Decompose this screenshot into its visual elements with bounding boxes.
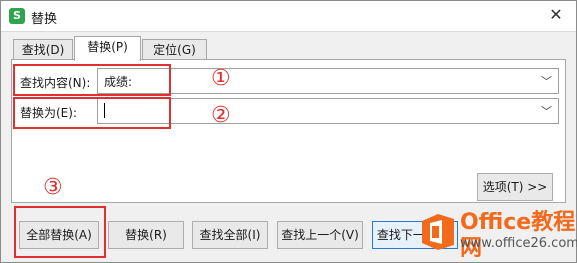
- chevron-down-icon[interactable]: ﹀: [541, 103, 552, 119]
- find-previous-button[interactable]: 查找上一个(V): [277, 221, 363, 249]
- dialog-title: 替换: [31, 12, 58, 27]
- annotation-number-1: ①: [211, 66, 231, 91]
- find-all-button[interactable]: 查找全部(I): [192, 221, 268, 249]
- close-icon[interactable]: ✕: [546, 5, 566, 25]
- options-button[interactable]: 选项(T) >>: [477, 173, 553, 201]
- tab-goto[interactable]: 定位(G): [142, 39, 207, 60]
- annotation-box-1: [13, 64, 171, 96]
- replace-button[interactable]: 替换(R): [108, 221, 184, 249]
- chevron-down-icon[interactable]: ﹀: [541, 73, 552, 89]
- office26-watermark: Office教程网 www.office26.com: [418, 208, 577, 261]
- wps-spreadsheet-icon: S: [9, 8, 25, 24]
- tab-replace[interactable]: 替换(P): [74, 36, 141, 61]
- annotation-box-2: [13, 97, 171, 129]
- watermark-url: www.office26.com: [460, 236, 577, 251]
- annotation-box-3: [14, 206, 106, 258]
- annotation-number-2: ②: [211, 103, 231, 128]
- tab-find[interactable]: 查找(D): [13, 39, 73, 60]
- title-bar: S 替换 ✕: [1, 1, 576, 32]
- office-logo-icon: [422, 214, 454, 250]
- annotation-number-3: ③: [43, 175, 63, 200]
